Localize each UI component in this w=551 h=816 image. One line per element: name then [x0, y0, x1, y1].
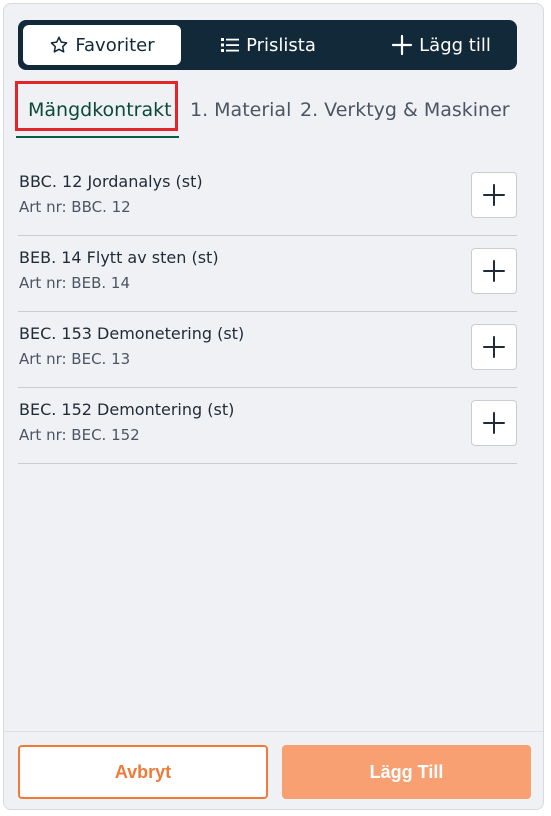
pricelist-label: Prislista: [246, 34, 316, 56]
item-article-number: Art nr: BEC. 152: [19, 426, 140, 444]
list-item: BEC. 152 Demontering (st) Art nr: BEC. 1…: [18, 388, 517, 464]
cancel-label: Avbryt: [114, 761, 172, 782]
tab-label: 2. Verktyg & Maskiner: [300, 99, 510, 121]
highlight-box: [15, 81, 178, 131]
favorites-button[interactable]: Favoriter: [23, 25, 181, 65]
item-title: BEC. 152 Demontering (st): [19, 400, 235, 419]
list-item: BBC. 12 Jordanalys (st) Art nr: BBC. 12: [18, 160, 517, 236]
plus-icon: [483, 336, 505, 358]
favorites-label: Favoriter: [75, 34, 155, 56]
add-item-button[interactable]: [471, 324, 517, 370]
star-icon: [49, 35, 69, 55]
plus-icon: [483, 260, 505, 282]
list-icon: [220, 36, 240, 54]
plus-icon: [483, 412, 505, 434]
active-tab-indicator: [16, 136, 179, 138]
add-item-button[interactable]: [471, 248, 517, 294]
list-item: BEC. 153 Demonetering (st) Art nr: BEC. …: [18, 312, 517, 388]
item-article-number: Art nr: BEB. 14: [19, 274, 130, 292]
plus-icon: [391, 34, 413, 56]
item-article-number: Art nr: BEC. 13: [19, 350, 131, 368]
footer-actions: Avbryt Lägg Till: [4, 731, 543, 809]
tab-verktyg-maskiner[interactable]: 2. Verktyg & Maskiner: [300, 84, 510, 136]
add-item-button[interactable]: [471, 400, 517, 446]
cancel-button[interactable]: Avbryt: [18, 745, 268, 799]
add-new-label: Lägg till: [419, 34, 491, 56]
tab-material[interactable]: 1. Material: [190, 84, 291, 136]
item-article-number: Art nr: BBC. 12: [19, 198, 131, 216]
top-segmented-nav: Favoriter Prislista Lägg till: [18, 20, 517, 70]
item-title: BBC. 12 Jordanalys (st): [19, 172, 203, 191]
list-item: BEB. 14 Flytt av sten (st) Art nr: BEB. …: [18, 236, 517, 312]
add-label: Lägg Till: [369, 761, 444, 782]
item-title: BEB. 14 Flytt av sten (st): [19, 248, 219, 267]
item-list: BBC. 12 Jordanalys (st) Art nr: BBC. 12 …: [18, 160, 517, 464]
item-picker-panel: Favoriter Prislista Lägg till Mängdkontr…: [3, 3, 544, 810]
add-item-button[interactable]: [471, 172, 517, 218]
add-new-button[interactable]: Lägg till: [370, 25, 512, 65]
pricelist-button[interactable]: Prislista: [198, 25, 338, 65]
item-title: BEC. 153 Demonetering (st): [19, 324, 245, 343]
tab-label: 1. Material: [190, 99, 292, 121]
plus-icon: [483, 184, 505, 206]
add-button[interactable]: Lägg Till: [282, 745, 531, 799]
